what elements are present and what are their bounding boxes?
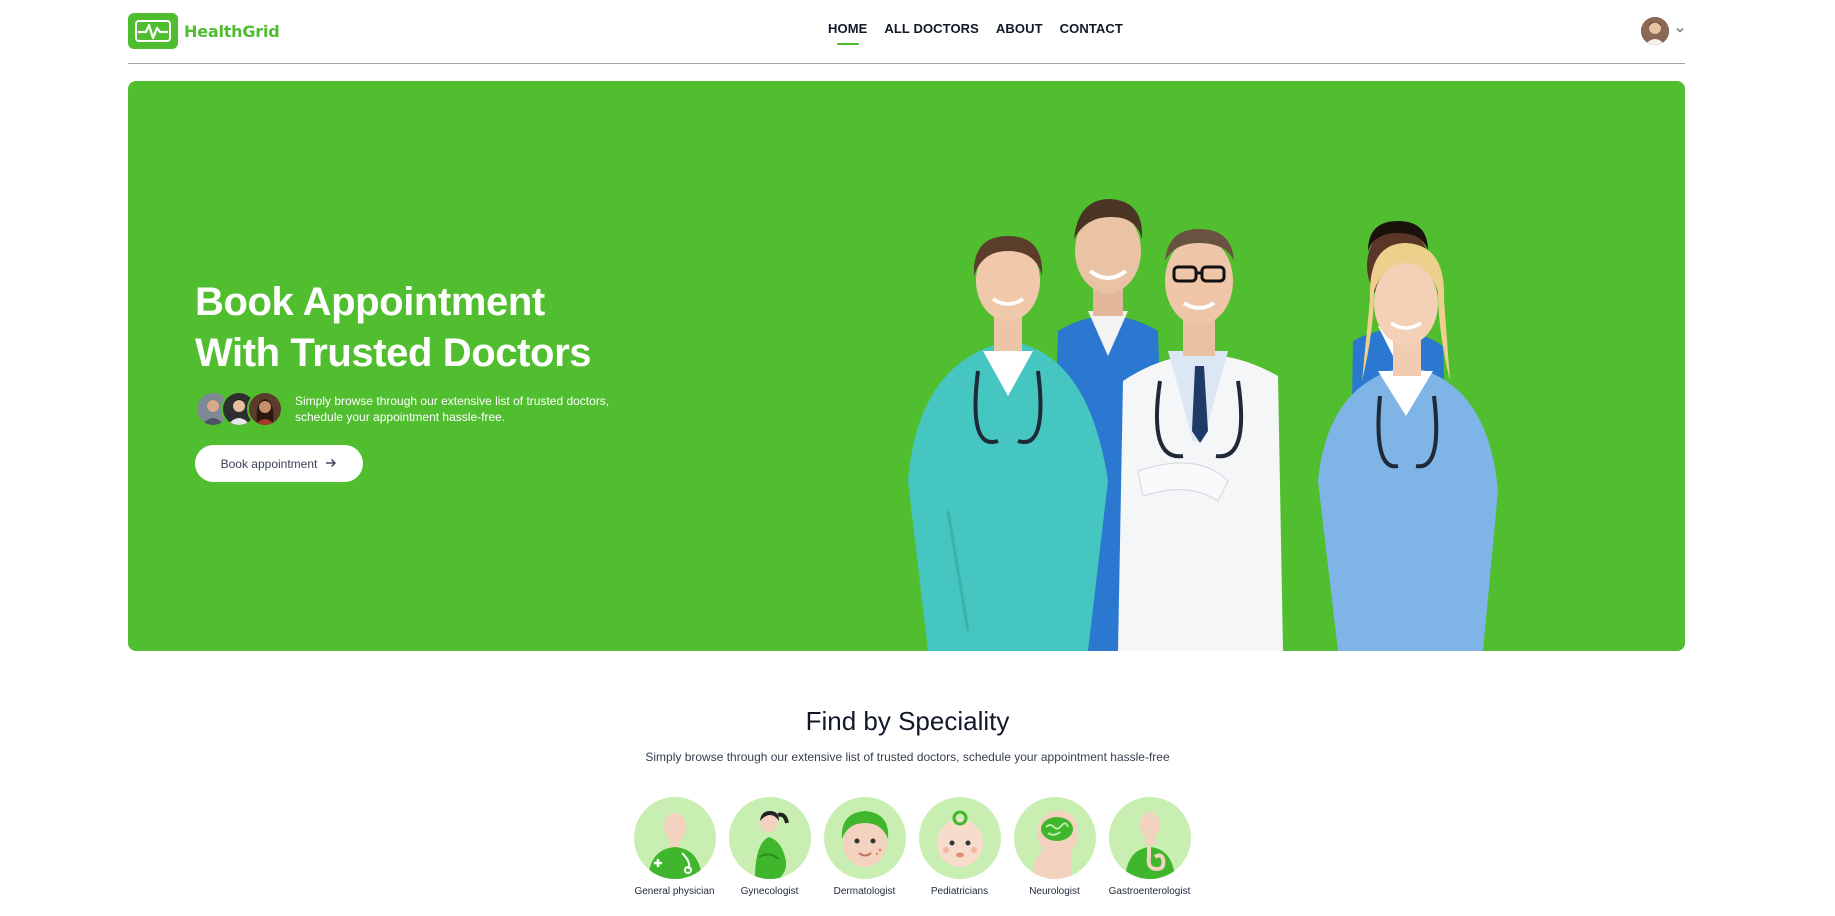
nav-all-doctors[interactable]: ALL DOCTORS — [884, 21, 979, 42]
brand-logo[interactable]: HealthGrid — [128, 13, 280, 49]
chevron-down-icon[interactable] — [1675, 25, 1685, 38]
stomach-icon — [1108, 797, 1191, 879]
speciality-list: General physician Gynecologist Dermatolo… — [627, 797, 1197, 897]
book-appointment-label: Book appointment — [220, 456, 318, 471]
speciality-neurologist[interactable]: Neurologist — [1007, 797, 1102, 897]
baby-face-icon — [918, 797, 1001, 879]
navbar: HealthGrid HOME ALL DOCTORS ABOUT CONTAC… — [128, 0, 1685, 64]
hero-desc-line1: Simply browse through our extensive list… — [295, 394, 610, 408]
speciality-gastroenterologist[interactable]: Gastroenterologist — [1102, 797, 1197, 897]
speciality-label: Gynecologist — [740, 886, 799, 897]
book-appointment-button[interactable]: Book appointment — [195, 445, 363, 482]
speciality-pediatricians[interactable]: Pediatricians — [912, 797, 1007, 897]
arrow-right-icon — [325, 457, 337, 471]
profile-menu[interactable] — [1641, 17, 1685, 45]
pregnant-woman-icon — [728, 797, 811, 879]
speciality-label: Dermatologist — [833, 886, 896, 897]
nav-contact[interactable]: CONTACT — [1060, 21, 1123, 42]
brand-name: HealthGrid — [184, 21, 280, 41]
speciality-dermatologist[interactable]: Dermatologist — [817, 797, 912, 897]
doctors-group-image — [898, 181, 1618, 651]
user-avatar[interactable] — [1641, 17, 1669, 45]
hero-description: Simply browse through our extensive list… — [295, 393, 615, 425]
hero-banner: Book Appointment With Trusted Doctors Si… — [128, 81, 1685, 651]
hero-desc-line2: schedule your appointment hassle-free. — [295, 410, 506, 424]
nav-home[interactable]: HOME — [828, 21, 867, 42]
speciality-subtitle: Simply browse through our extensive list… — [645, 750, 1170, 764]
face-skin-icon — [823, 797, 906, 879]
speciality-label: Pediatricians — [930, 886, 989, 897]
hero-title-line1: Book Appointment — [195, 280, 545, 324]
doctor-stethoscope-icon — [633, 797, 716, 879]
avatar — [247, 391, 283, 427]
main-nav: HOME ALL DOCTORS ABOUT CONTACT — [828, 21, 1140, 42]
heartbeat-clipboard-icon — [128, 13, 178, 49]
speciality-label: Gastroenterologist — [1108, 886, 1191, 897]
hero-title: Book Appointment With Trusted Doctors — [195, 277, 592, 379]
hero-title-line2: With Trusted Doctors — [195, 331, 592, 375]
speciality-label: General physician — [634, 886, 715, 897]
speciality-general-physician[interactable]: General physician — [627, 797, 722, 897]
group-avatars — [195, 391, 283, 427]
hero-subline: Simply browse through our extensive list… — [195, 391, 615, 427]
speciality-label: Neurologist — [1029, 886, 1080, 897]
nav-about[interactable]: ABOUT — [996, 21, 1043, 42]
brain-head-icon — [1013, 797, 1096, 879]
speciality-title: Find by Speciality — [805, 706, 1010, 736]
speciality-gynecologist[interactable]: Gynecologist — [722, 797, 817, 897]
